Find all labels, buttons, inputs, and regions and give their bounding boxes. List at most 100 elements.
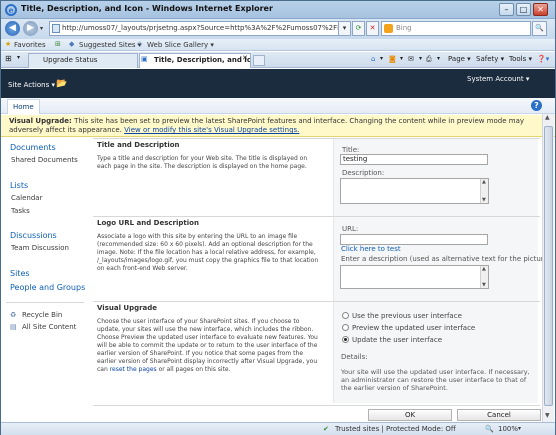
visual-upgrade-fields: Use the previous user interface Preview … [333, 302, 538, 403]
help-menu[interactable]: ❓▾ [537, 55, 549, 63]
nav-tasks[interactable]: Tasks [11, 207, 30, 215]
radio-previous-ui[interactable] [342, 312, 349, 319]
status-bar: ✔ Trusted sites | Protected Mode: Off 🔍 … [1, 422, 555, 435]
history-dropdown-icon[interactable]: ▾ [40, 25, 43, 32]
tab-title-description-icon[interactable]: Title, Description, and Icon [139, 53, 251, 68]
nav-lists[interactable]: Lists [10, 181, 28, 190]
description-label: Description: [342, 169, 385, 177]
scroll-thumb[interactable] [544, 126, 553, 406]
back-icon[interactable]: ◀ [5, 21, 20, 36]
sharepoint-tab-icon: ▣ [141, 55, 148, 63]
visual-upgrade-heading: Visual Upgrade [97, 304, 158, 312]
reset-pages-link[interactable]: reset the pages [110, 366, 157, 373]
recycle-bin-icon: ♻ [10, 311, 17, 319]
print-dropdown-icon[interactable]: ▾ [437, 55, 440, 62]
previous-ui-label: Use the previous user interface [352, 312, 462, 320]
banner-title: Visual Upgrade: [9, 117, 72, 125]
add-favorite-icon[interactable]: ⊞ [55, 40, 61, 48]
logo-description-textarea[interactable] [340, 265, 489, 289]
nav-team-discussion[interactable]: Team Discussion [11, 244, 69, 252]
zoom-icon: 🔍 [485, 425, 494, 433]
logo-url-input[interactable] [340, 234, 488, 245]
title-description-section: Title: testing Description: Title and De… [93, 138, 540, 216]
form-footer-divider [93, 405, 540, 406]
sharepoint-top-bar: Site Actions ▾ 📂 System Account ▾ [1, 69, 555, 98]
vertical-scrollbar[interactable]: ▲ ▼ [542, 114, 554, 422]
update-ui-label: Update the user interface [352, 336, 443, 344]
close-window-button[interactable]: ✕ [533, 3, 548, 16]
quick-tabs-icon[interactable]: ⊞ [5, 54, 12, 63]
feeds-icon[interactable]: ◙ [389, 55, 396, 63]
visual-upgrade-banner: Visual Upgrade: This site has been set t… [1, 115, 555, 137]
logo-help: Associate a logo with this site by enter… [97, 233, 319, 272]
print-icon[interactable]: ⎙ [426, 55, 432, 64]
address-bar: ◀ ▶ ▾ http://umoss07/_layouts/prjsetng.a… [1, 19, 555, 39]
nav-recycle-bin[interactable]: Recycle Bin [22, 311, 62, 319]
close-tab-icon[interactable]: ✕ [242, 54, 248, 62]
web-slice-gallery-link[interactable]: Web Slice Gallery ▾ [147, 41, 214, 49]
help-icon[interactable]: ? [531, 100, 542, 111]
tools-menu[interactable]: Tools ▾ [509, 55, 532, 63]
ok-button[interactable]: OK [368, 409, 452, 421]
tab-upgrade-status[interactable]: Upgrade Status [28, 53, 138, 68]
maximize-button[interactable]: □ [516, 3, 531, 16]
logo-fields: URL: Click here to test Enter a descript… [333, 217, 553, 301]
radio-update-ui[interactable] [342, 336, 349, 343]
mail-icon[interactable]: ✉ [408, 55, 414, 63]
url-dropdown-icon[interactable]: ▾ [338, 21, 351, 36]
logo-section: URL: Click here to test Enter a descript… [93, 216, 553, 301]
nav-people-groups[interactable]: People and Groups [10, 283, 85, 292]
scroll-down-icon[interactable]: ▼ [545, 412, 550, 419]
new-tab-button[interactable] [253, 55, 265, 66]
visual-upgrade-settings-link[interactable]: View or modify this site's Visual Upgrad… [124, 126, 299, 134]
mail-dropdown-icon[interactable]: ▾ [419, 55, 422, 62]
title-input[interactable]: testing [340, 154, 488, 165]
account-menu[interactable]: System Account ▾ [467, 75, 529, 83]
nav-shared-documents[interactable]: Shared Documents [11, 156, 78, 164]
cancel-button[interactable]: Cancel [457, 409, 541, 421]
visual-upgrade-help: Choose the user interface of your ShareP… [97, 318, 319, 374]
search-input[interactable]: Bing [381, 21, 531, 36]
tab-bar: ⊞ ▾ Upgrade Status Title, Description, a… [1, 52, 555, 68]
home-icon[interactable]: ⌂ [371, 55, 375, 63]
title-bar: e Title, Description, and Icon - Windows… [1, 1, 555, 19]
search-icon[interactable]: 🔍 [532, 21, 547, 36]
nav-calendar[interactable]: Calendar [11, 194, 42, 202]
title-description-heading: Title and Description [97, 141, 180, 149]
navigate-up-icon[interactable]: 📂 [56, 79, 67, 89]
forward-icon[interactable]: ▶ [23, 21, 38, 36]
site-actions-menu[interactable]: Site Actions ▾ [8, 81, 55, 89]
refresh-icon[interactable]: ⟳ [352, 21, 365, 36]
safety-menu[interactable]: Safety ▾ [476, 55, 504, 63]
visual-upgrade-help-text: Choose the user interface of your ShareP… [97, 318, 318, 373]
test-url-link[interactable]: Click here to test [341, 245, 401, 253]
minimize-button[interactable]: – [499, 3, 514, 16]
zoom-level[interactable]: 100% [498, 425, 518, 433]
nav-all-site-content[interactable]: All Site Content [22, 323, 76, 331]
url-input[interactable]: http://umoss07/_layouts/prjsetng.aspx?So… [49, 21, 349, 36]
nav-sites[interactable]: Sites [10, 269, 30, 278]
suggested-sites-icon: ◆ [69, 40, 75, 48]
home-dropdown-icon[interactable]: ▾ [380, 55, 383, 62]
page-icon [52, 24, 60, 33]
alt-text-label: Enter a description (used as alternative… [341, 255, 553, 263]
stop-icon[interactable]: ✕ [366, 21, 379, 36]
tab-home[interactable]: Home [7, 99, 40, 114]
trusted-sites-icon: ✔ [323, 425, 329, 433]
nav-divider [6, 302, 84, 303]
web-slice-icon: ◇ [137, 40, 143, 48]
favorites-star-icon: ★ [5, 40, 12, 48]
ie-logo-icon: e [5, 4, 17, 16]
radio-preview-ui[interactable] [342, 324, 349, 331]
favorites-button[interactable]: Favorites [14, 41, 46, 49]
url-label: URL: [342, 225, 359, 233]
nav-documents[interactable]: Documents [10, 143, 56, 152]
zoom-dropdown-icon[interactable]: ▾ [518, 425, 521, 432]
description-textarea[interactable] [340, 178, 489, 204]
scroll-up-icon[interactable]: ▲ [545, 114, 550, 121]
page-menu[interactable]: Page ▾ [448, 55, 471, 63]
feeds-dropdown-icon[interactable]: ▾ [400, 55, 403, 62]
tab-list-icon[interactable]: ▾ [17, 54, 20, 61]
nav-discussions[interactable]: Discussions [10, 231, 57, 240]
suggested-sites-link[interactable]: Suggested Sites ▾ [79, 41, 141, 49]
